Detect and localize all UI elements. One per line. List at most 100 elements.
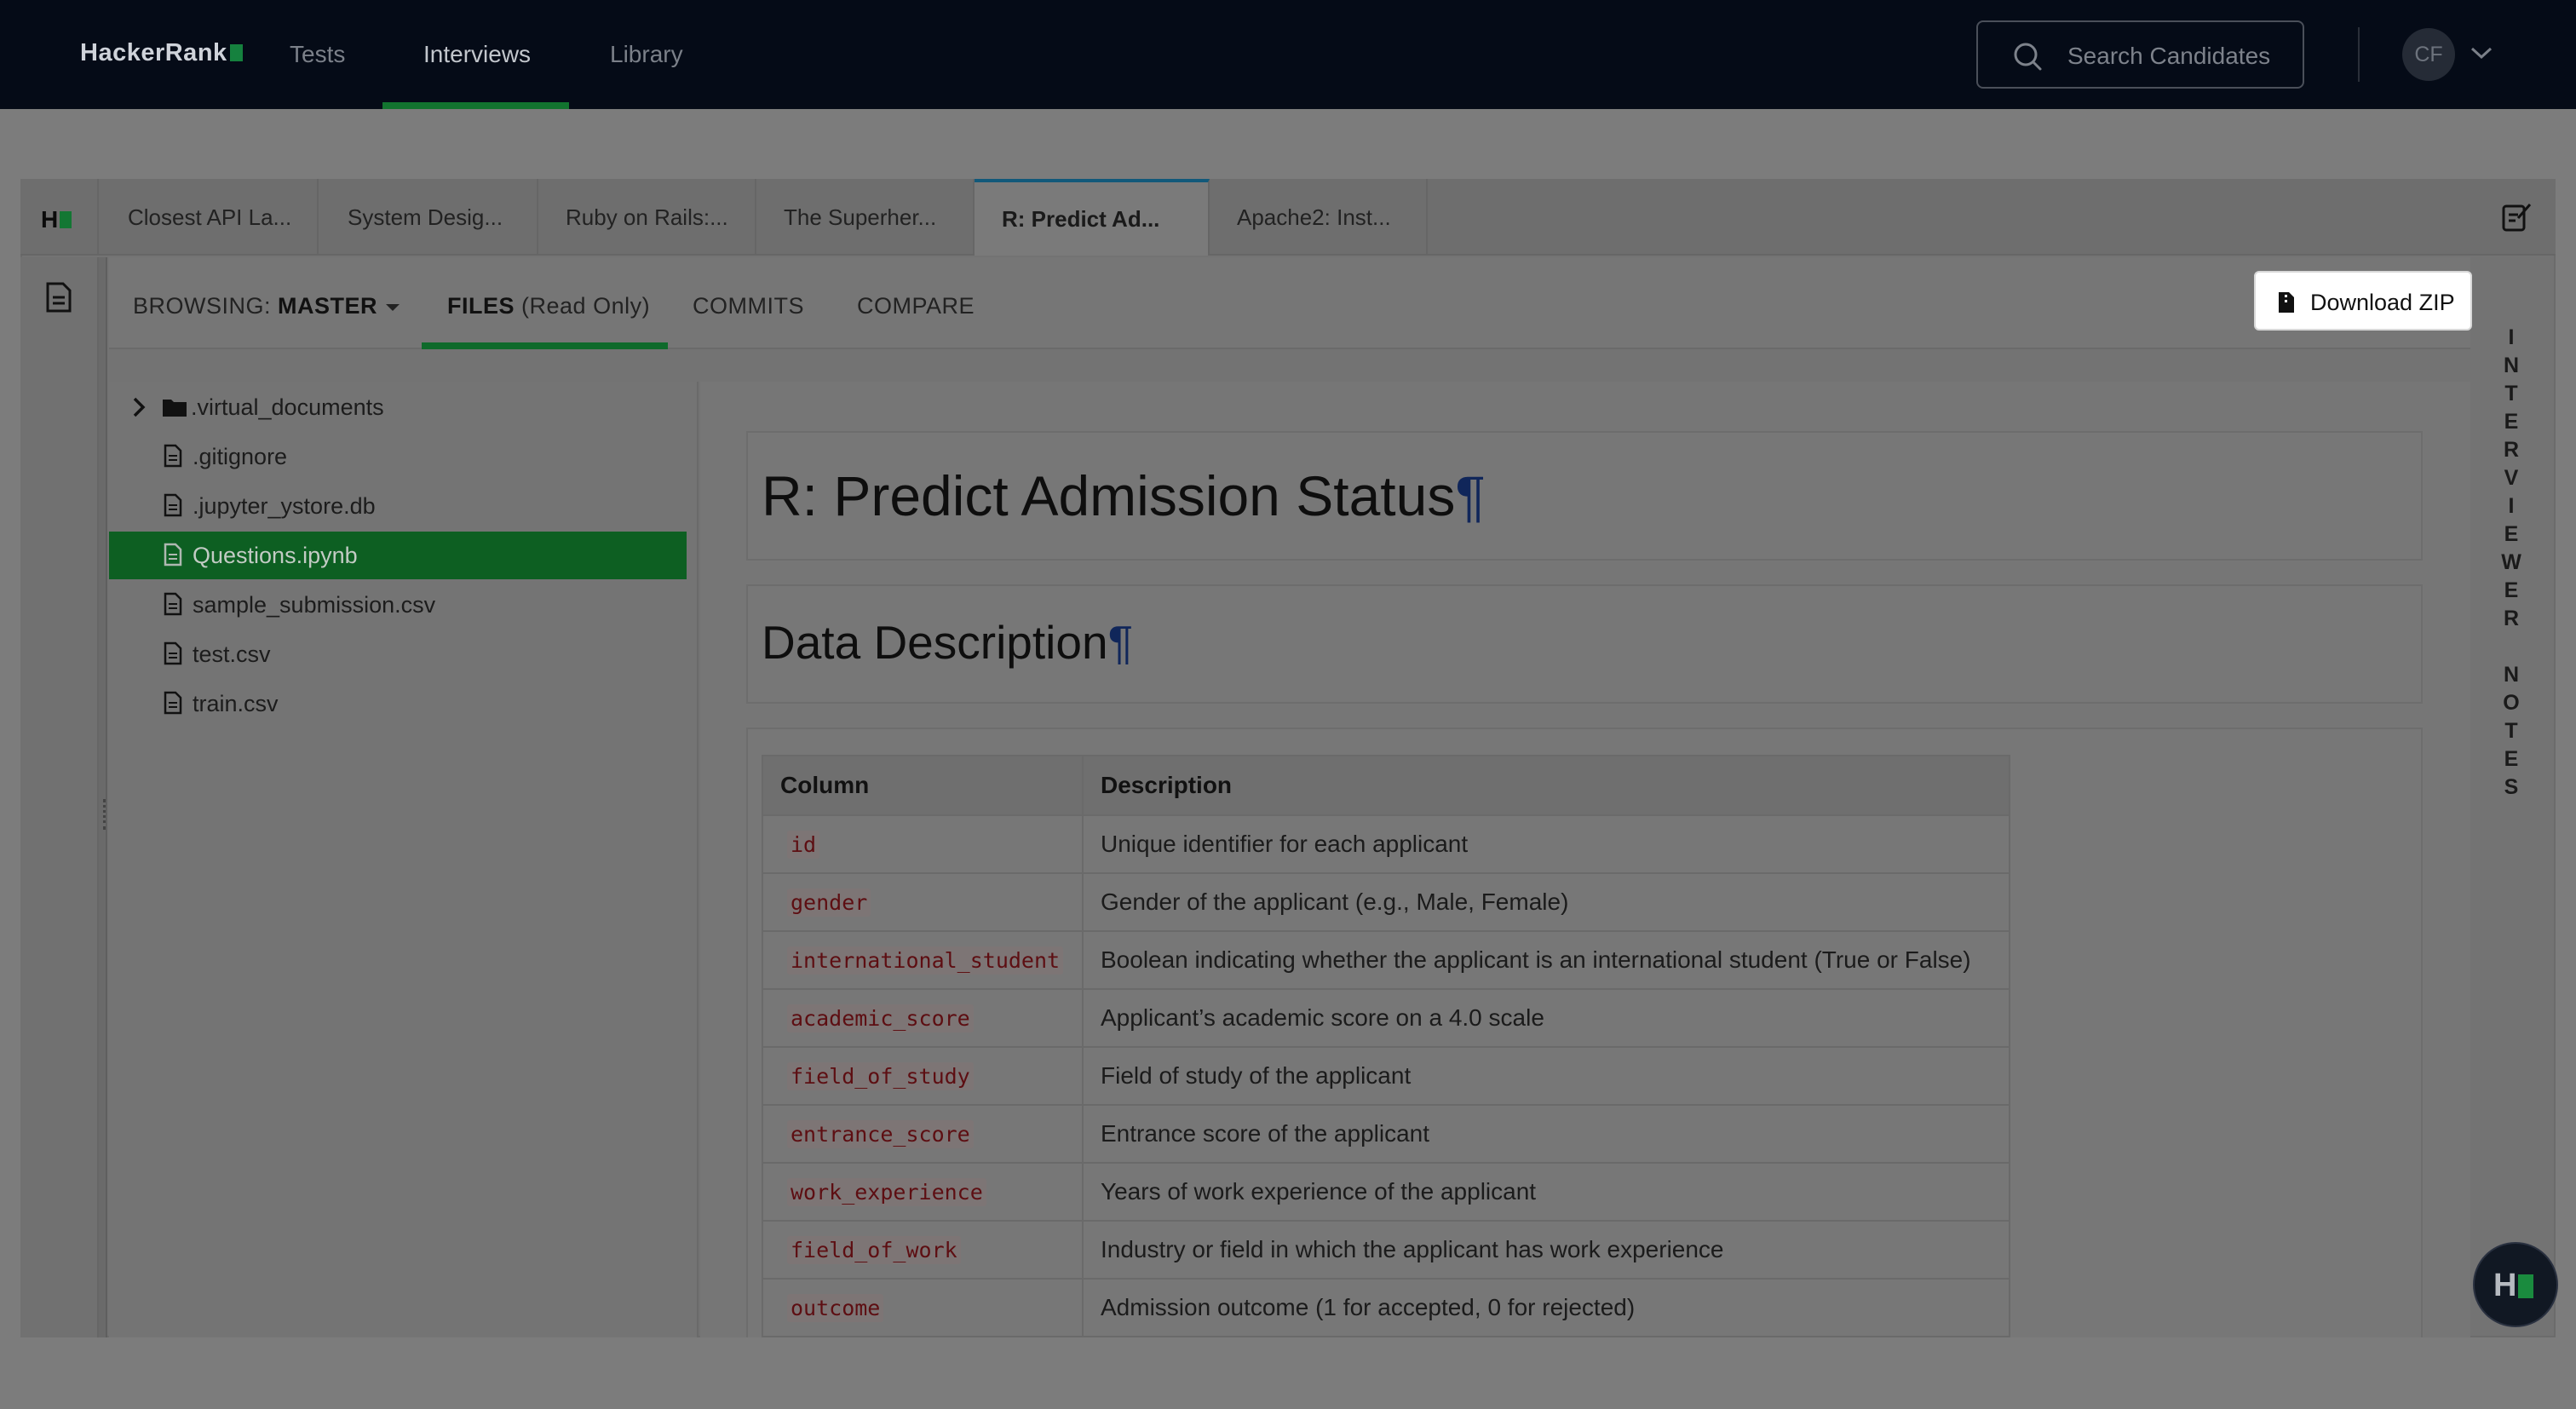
tab-closest-api[interactable]: Closest API La...	[101, 179, 319, 256]
hackerrank-logo[interactable]: HackerRank	[80, 39, 243, 67]
tree-item-label: .jupyter_ystore.db	[193, 493, 376, 519]
tab-system-design[interactable]: System Desig...	[320, 179, 538, 256]
chevron-down-icon[interactable]	[2469, 43, 2494, 63]
search-placeholder: Search Candidates	[2067, 43, 2271, 69]
nav-link-library[interactable]: Library	[610, 41, 683, 68]
branch-name: MASTER	[278, 293, 378, 319]
avatar[interactable]: CF	[2402, 28, 2455, 81]
table-row: work_experience Years of work experience …	[762, 1162, 2010, 1222]
table-row: academic_score Applicant’s academic score…	[762, 988, 2010, 1048]
data-description-table: Column Description id Unique identifier f…	[762, 755, 2010, 1337]
notebook-title: R: Predict Admission Status¶	[762, 463, 1486, 528]
column-name-cell: field_of_work	[762, 1220, 1084, 1280]
column-description-cell: Field of study of the applicant	[1082, 1046, 2010, 1106]
tab-ruby-on-rails[interactable]: Ruby on Rails:...	[538, 179, 756, 256]
tab-files[interactable]: FILES (Read Only)	[447, 293, 650, 319]
tree-item-file-selected[interactable]: Questions.ipynb	[109, 532, 687, 579]
chevron-right-icon[interactable]	[131, 395, 147, 419]
file-icon	[164, 641, 182, 665]
notes-edit-icon[interactable]	[2499, 199, 2533, 233]
tree-item-file[interactable]: train.csv	[109, 680, 687, 728]
column-name-cell: gender	[762, 872, 1084, 932]
table-row: id Unique identifier for each applicant	[762, 814, 2010, 874]
file-icon	[164, 592, 182, 616]
column-name-code: academic_score	[787, 1004, 974, 1032]
nav-link-interviews[interactable]: Interviews	[423, 41, 531, 68]
document-icon[interactable]	[44, 281, 73, 313]
nav-link-tests[interactable]: Tests	[290, 41, 345, 68]
section-heading-text: Data Description	[762, 616, 1108, 669]
column-name-code: work_experience	[787, 1178, 986, 1206]
tab-logo-separator	[97, 179, 99, 256]
file-icon	[164, 444, 182, 468]
table-row: gender Gender of the applicant (e.g., Mal…	[762, 872, 2010, 932]
table-header-column: Column	[762, 755, 1084, 816]
panel-resize-handle[interactable]	[103, 799, 106, 830]
tree-item-label: train.csv	[193, 691, 279, 716]
notebook-title-text: R: Predict Admission Status	[762, 464, 1456, 527]
table-row: international_student Boolean indicating …	[762, 930, 2010, 990]
column-name-cell: work_experience	[762, 1162, 1084, 1222]
file-icon	[164, 543, 182, 566]
table-header-row: Column Description	[762, 755, 2010, 816]
anchor-link[interactable]: ¶	[1108, 616, 1134, 669]
tab-commits[interactable]: COMMITS	[693, 293, 804, 319]
interviewer-notes-label[interactable]: I N T E R V I E W E R N O T E S	[2494, 324, 2528, 802]
column-description-cell: Industry or field in which the applicant…	[1082, 1220, 2010, 1280]
brand-text: HackerRank	[80, 39, 227, 66]
branch-selector[interactable]: BROWSING: MASTER	[133, 293, 400, 319]
tab-apache2[interactable]: Apache2: Inst...	[1210, 179, 1428, 256]
tree-item-label: .gitignore	[193, 444, 288, 469]
download-zip-label: Download ZIP	[2310, 290, 2455, 315]
file-icon	[164, 691, 182, 715]
tree-item-file[interactable]: test.csv	[109, 630, 687, 678]
table-row: outcome Admission outcome (1 for accepted…	[762, 1278, 2010, 1337]
tab-r-predict-admission[interactable]: R: Predict Ad...	[975, 179, 1210, 256]
table-row: field_of_work Industry or field in which …	[762, 1220, 2010, 1280]
column-name-cell: international_student	[762, 930, 1084, 990]
hackerrank-assistant-button[interactable]: H	[2473, 1242, 2558, 1327]
tree-item-folder[interactable]: .virtual_documents	[109, 383, 687, 431]
tree-item-label: test.csv	[193, 641, 271, 667]
search-candidates-input[interactable]: Search Candidates	[1976, 20, 2304, 89]
column-name-cell: entrance_score	[762, 1104, 1084, 1164]
column-name-code: field_of_work	[787, 1236, 961, 1264]
nav-divider	[2358, 27, 2360, 82]
column-description-cell: Gender of the applicant (e.g., Male, Fem…	[1082, 872, 2010, 932]
panel-separator	[99, 257, 107, 1337]
tree-item-file[interactable]: sample_submission.csv	[109, 581, 687, 629]
left-rail	[20, 257, 99, 1337]
column-name-code: gender	[787, 889, 871, 917]
files-label: FILES	[447, 293, 515, 319]
column-description-cell: Applicant’s academic score on a 4.0 scal…	[1082, 988, 2010, 1048]
search-icon	[2014, 43, 2042, 71]
column-name-cell: id	[762, 814, 1084, 874]
interviewer-notes-text: I N T E R V I E W E R N O T E S	[2501, 325, 2521, 799]
column-name-cell: academic_score	[762, 988, 1084, 1048]
column-description-cell: Admission outcome (1 for accepted, 0 for…	[1082, 1278, 2010, 1337]
tree-item-label: Questions.ipynb	[193, 543, 358, 568]
tree-item-label: sample_submission.csv	[193, 592, 436, 618]
tree-item-file[interactable]: .gitignore	[109, 433, 687, 480]
files-tab-indicator	[422, 342, 668, 349]
table-row: field_of_study Field of study of the appl…	[762, 1046, 2010, 1106]
download-zip-button[interactable]: Download ZIP	[2254, 271, 2472, 331]
column-description-cell: Entrance score of the applicant	[1082, 1104, 2010, 1164]
column-name-cell: outcome	[762, 1278, 1084, 1337]
anchor-link[interactable]: ¶	[1455, 464, 1485, 527]
column-description-cell: Years of work experience of the applican…	[1082, 1162, 2010, 1222]
brand-square-icon	[229, 44, 243, 61]
file-icon	[164, 493, 182, 517]
column-description-cell: Boolean indicating whether the applicant…	[1082, 930, 2010, 990]
tab-compare[interactable]: COMPARE	[857, 293, 975, 319]
tree-item-file[interactable]: .jupyter_ystore.db	[109, 482, 687, 530]
column-name-code: id	[787, 831, 820, 859]
file-icon	[2279, 292, 2294, 313]
caret-down-icon	[386, 304, 400, 311]
table-header-description: Description	[1082, 755, 2010, 816]
files-suffix: (Read Only)	[521, 293, 651, 319]
tab-superhero[interactable]: The Superher...	[756, 179, 975, 256]
folder-icon	[163, 400, 187, 417]
column-name-code: field_of_study	[787, 1062, 974, 1090]
table-row: entrance_score Entrance score of the appl…	[762, 1104, 2010, 1164]
